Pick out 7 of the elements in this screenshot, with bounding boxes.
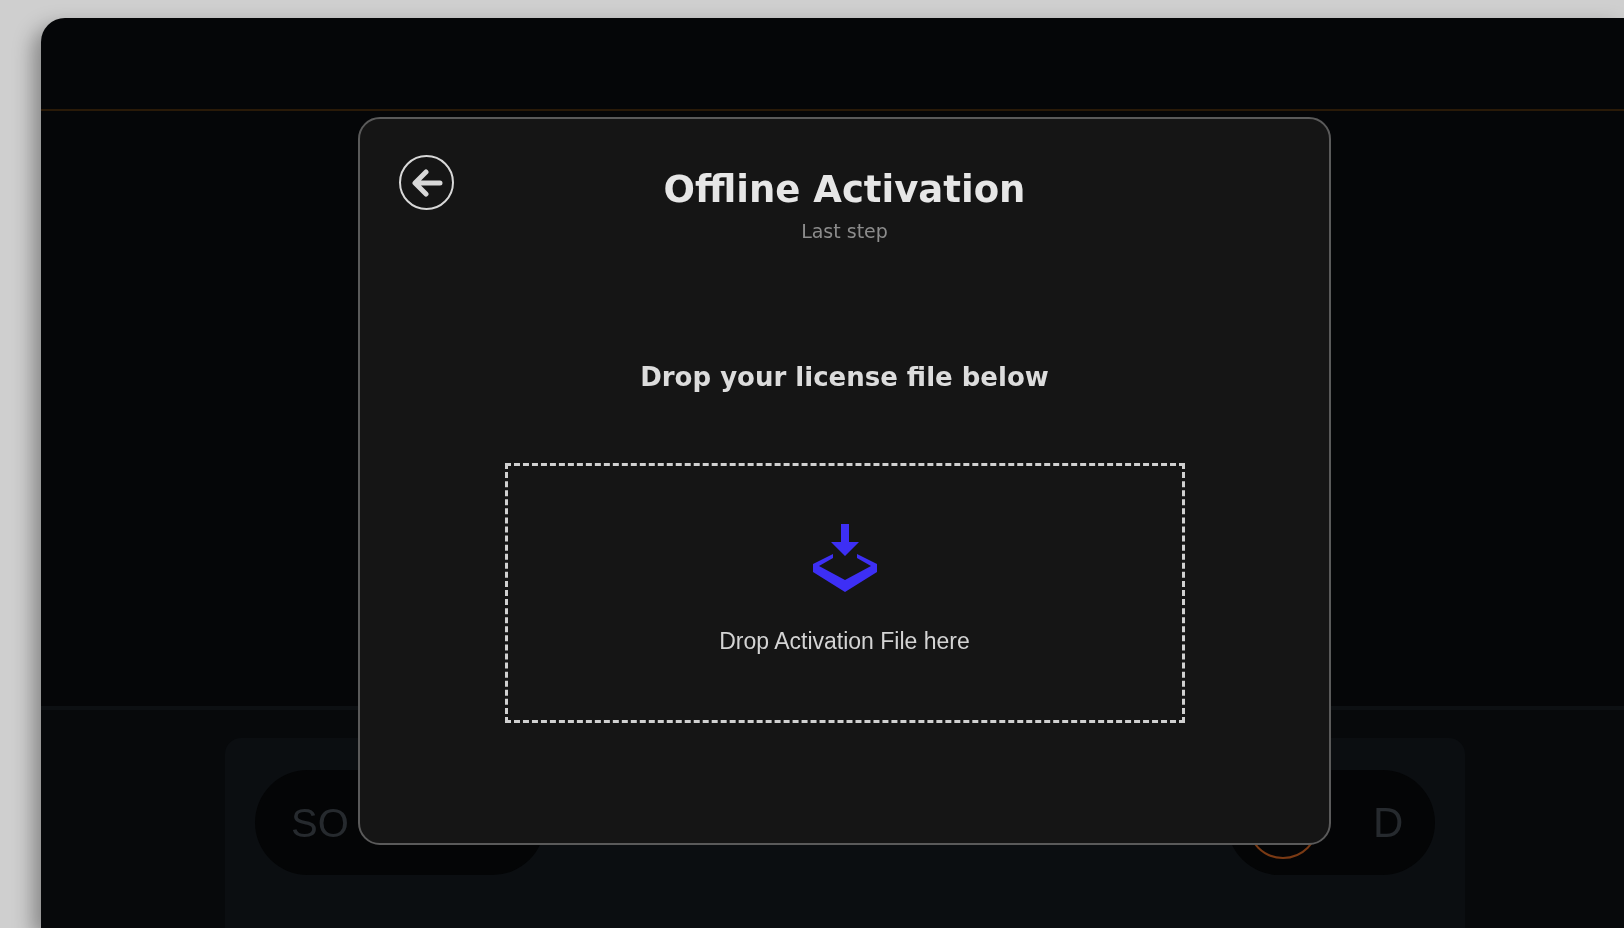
drop-zone[interactable]: Drop Activation File here	[504, 462, 1185, 723]
back-button[interactable]	[399, 155, 454, 210]
back-arrow-icon	[410, 168, 443, 197]
dialog-subtitle: Last step	[801, 219, 888, 244]
instruction-text: Drop your license file below	[640, 360, 1049, 394]
dialog-title: Offline Activation	[663, 167, 1026, 213]
drop-zone-label: Drop Activation File here	[719, 626, 970, 656]
